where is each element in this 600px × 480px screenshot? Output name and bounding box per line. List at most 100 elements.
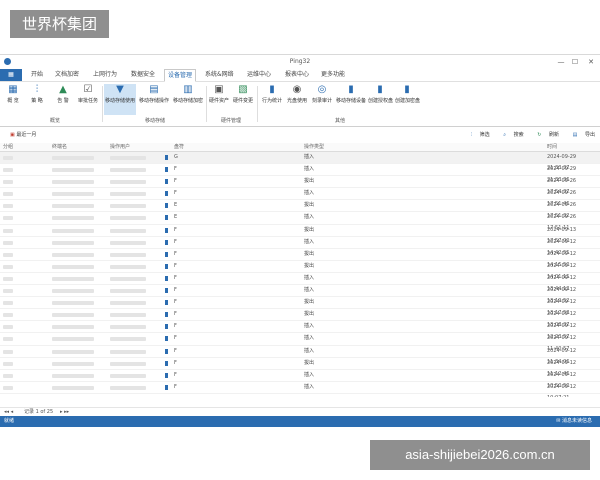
- redacted-cell: [52, 373, 94, 378]
- usb-drive-icon: [165, 167, 168, 173]
- drive-letter: G: [174, 154, 178, 160]
- hardware-asset-button[interactable]: ▣ 硬件资产: [209, 84, 229, 104]
- table-row[interactable]: F 插入 2024-09-12 12:23:57: [0, 321, 600, 340]
- drive-letter: F: [174, 299, 177, 306]
- overview-button[interactable]: ▦ 概 览: [4, 84, 22, 104]
- file-menu-button[interactable]: ▦: [0, 69, 22, 81]
- search-button[interactable]: ⌕ 搜索: [497, 132, 523, 138]
- tab-system-network[interactable]: 系统&网络: [202, 69, 237, 81]
- usb-drive-icon: [165, 348, 168, 354]
- tab-more-features[interactable]: 更多功能: [318, 69, 348, 81]
- redacted-cell: [3, 240, 13, 245]
- ribbon: ▦ 概 览 ⫶ 策 略 ▲ 告 警 ☑ 审批任务 ▼ 移动存储使用 ▤ 移动存储操作 ▥ 移动…: [0, 82, 600, 127]
- column-header-time[interactable]: 时间: [547, 143, 557, 151]
- tab-data-security[interactable]: 数据安全: [128, 69, 158, 81]
- behavior-stats-button[interactable]: ▮ 行为统计: [261, 84, 283, 104]
- table-row[interactable]: E 拔出 2024-09-26 17:51:32: [0, 200, 600, 219]
- operation-type: 拔出: [304, 262, 315, 269]
- usb-usage-button[interactable]: ▼ 移动存储使用: [104, 84, 136, 115]
- usb-shield-icon: ▼: [116, 84, 124, 95]
- drive-letter: F: [174, 347, 177, 354]
- table-row[interactable]: F 插入 2024-09-12 11:34:06: [0, 346, 600, 365]
- group-label-removable-storage: 移动存储: [144, 118, 165, 124]
- redacted-cell: [3, 373, 13, 378]
- drive-letter: F: [174, 359, 177, 366]
- redacted-cell: [3, 385, 13, 390]
- table-row[interactable]: G 插入 2024-09-29 21:33:37: [0, 152, 600, 171]
- redacted-cell: [52, 276, 94, 281]
- table-row[interactable]: F 插入 2024-09-12 10:07:21: [0, 382, 600, 397]
- operation-type: 拔出: [304, 250, 315, 257]
- redacted-cell: [110, 301, 146, 306]
- table-row[interactable]: E 插入 2024-09-26 17:51:11: [0, 212, 600, 231]
- unread-messages[interactable]: ✉ 消息未读信息: [556, 416, 592, 427]
- redacted-cell: [110, 349, 146, 354]
- alert-button[interactable]: ▲ 告 警: [54, 84, 72, 104]
- table-row[interactable]: F 插入 2024-09-29 21:33:36: [0, 164, 600, 183]
- tab-web-behavior[interactable]: 上网行为: [90, 69, 120, 81]
- table-row[interactable]: F 拔出 2024-09-12 11:12:46: [0, 358, 600, 377]
- table-row[interactable]: F 插入 2024-09-12 13:19:52: [0, 285, 600, 304]
- usb-device-button[interactable]: ▮ 移动存储设备: [336, 84, 366, 104]
- redacted-cell: [3, 289, 13, 294]
- filter-button[interactable]: ⫶ 筛选: [465, 132, 490, 138]
- date-range-selector[interactable]: ▣ 最近一月: [10, 127, 36, 143]
- usb-drive-icon: [165, 300, 168, 306]
- drive-letter: F: [174, 166, 177, 173]
- usb-operation-button[interactable]: ▤ 移动存储操作: [138, 84, 170, 104]
- table-row[interactable]: F 拔出 2024-09-13 17:57:00: [0, 225, 600, 244]
- tab-doc-encrypt[interactable]: 文档加密: [52, 69, 82, 81]
- table-row[interactable]: F 拔出 2024-09-12 13:17:58: [0, 297, 600, 316]
- disc-usage-button[interactable]: ◉ 光盘使用: [286, 84, 308, 104]
- usb-drive-icon: [165, 239, 168, 245]
- tab-report-center[interactable]: 报表中心: [282, 69, 312, 81]
- operation-type: 插入: [304, 190, 315, 197]
- usb-drive-icon: [165, 372, 168, 378]
- operation-type: 插入: [304, 347, 315, 354]
- grid-body: G 插入 2024-09-29 21:33:37 F 插入 2024-09-29 21:3…: [0, 152, 600, 397]
- column-header-group[interactable]: 分组: [3, 143, 13, 151]
- hardware-change-button[interactable]: ▧ 硬件变更: [233, 84, 253, 104]
- refresh-icon: ↻: [537, 132, 542, 138]
- window-title: Ping32: [289, 58, 311, 65]
- redacted-cell: [52, 301, 94, 306]
- drive-letter: F: [174, 311, 177, 318]
- table-row[interactable]: F 插入 2024-09-12 10:50:50: [0, 370, 600, 389]
- refresh-button[interactable]: ↻ 刷新: [531, 132, 559, 138]
- column-header-user[interactable]: 操作用户: [110, 143, 130, 151]
- column-header-terminal[interactable]: 终端名: [52, 143, 67, 151]
- approval-task-button[interactable]: ☑ 审批任务: [77, 84, 99, 104]
- redacted-cell: [52, 252, 94, 257]
- redacted-cell: [52, 216, 94, 221]
- redacted-cell: [3, 180, 13, 185]
- table-row[interactable]: F 插入 2024-09-26 17:51:46: [0, 188, 600, 207]
- redacted-cell: [3, 276, 13, 281]
- table-row[interactable]: F 拔出 2024-09-26 17:54:37: [0, 176, 600, 195]
- redacted-cell: [110, 204, 146, 209]
- table-row[interactable]: F 拔出 2024-09-12 14:15:50: [0, 249, 600, 268]
- table-row[interactable]: F 插入 2024-09-12 13:44:13: [0, 273, 600, 292]
- close-button[interactable]: ✕: [582, 55, 600, 69]
- usb-encrypt-button[interactable]: ▥ 移动存储加密: [172, 84, 204, 104]
- status-bar: 就绪 ✉ 消息未读信息: [0, 416, 600, 427]
- table-row[interactable]: F 插入 2024-09-12 14:42:55: [0, 237, 600, 256]
- create-auth-disk-button[interactable]: ▮ 创建授权盘: [368, 84, 393, 104]
- table-row[interactable]: F 拔出 2024-09-12 14:01:15: [0, 261, 600, 280]
- ribbon-separator: [257, 86, 258, 122]
- burn-audit-button[interactable]: ◎ 刻录审计: [311, 84, 333, 104]
- table-row[interactable]: F 拔出 2024-09-12 13:08:37: [0, 309, 600, 328]
- policy-button[interactable]: ⫶ 策 略: [28, 84, 46, 104]
- ribbon-separator: [206, 86, 207, 122]
- column-header-drive[interactable]: 盘符: [174, 143, 184, 151]
- disc-icon: ◉: [292, 84, 302, 95]
- group-label-other: 其他: [334, 118, 345, 124]
- table-row[interactable]: F 插入 2024-09-12 11:40:57: [0, 333, 600, 352]
- redacted-cell: [3, 337, 13, 342]
- export-button[interactable]: ▤ 导出: [567, 132, 595, 138]
- tab-ops-center[interactable]: 运维中心: [244, 69, 274, 81]
- drive-letter: F: [174, 178, 177, 185]
- column-header-op-type[interactable]: 操作类型: [304, 143, 324, 151]
- create-encrypt-disk-button[interactable]: ▮ 创建加密盘: [395, 84, 420, 104]
- tab-start[interactable]: 开始: [28, 69, 46, 81]
- tab-device-management[interactable]: 设备管理: [164, 69, 197, 82]
